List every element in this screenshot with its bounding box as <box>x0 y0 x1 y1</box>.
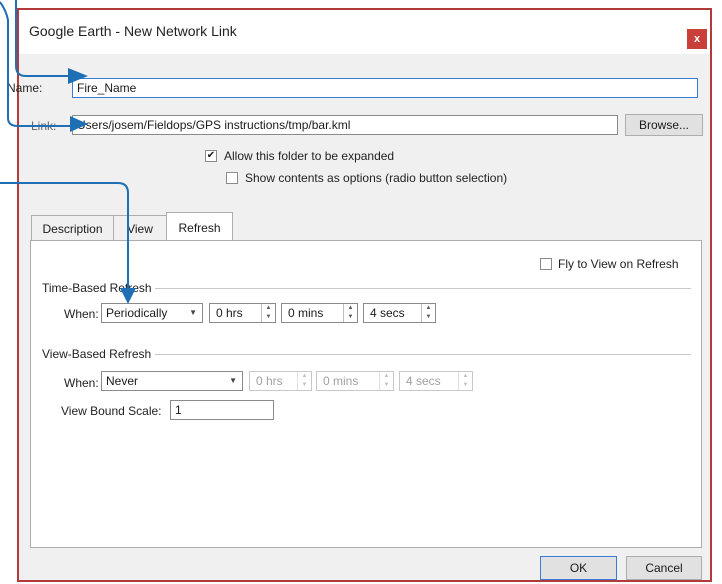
arrow-head <box>120 288 136 304</box>
arrow-to-link <box>0 1 70 127</box>
arrow-to-periodically <box>0 182 129 294</box>
arrow-head <box>70 116 88 132</box>
arrow-head <box>68 68 88 84</box>
annotation-arrows <box>0 0 136 304</box>
arrow-to-name <box>15 0 68 77</box>
